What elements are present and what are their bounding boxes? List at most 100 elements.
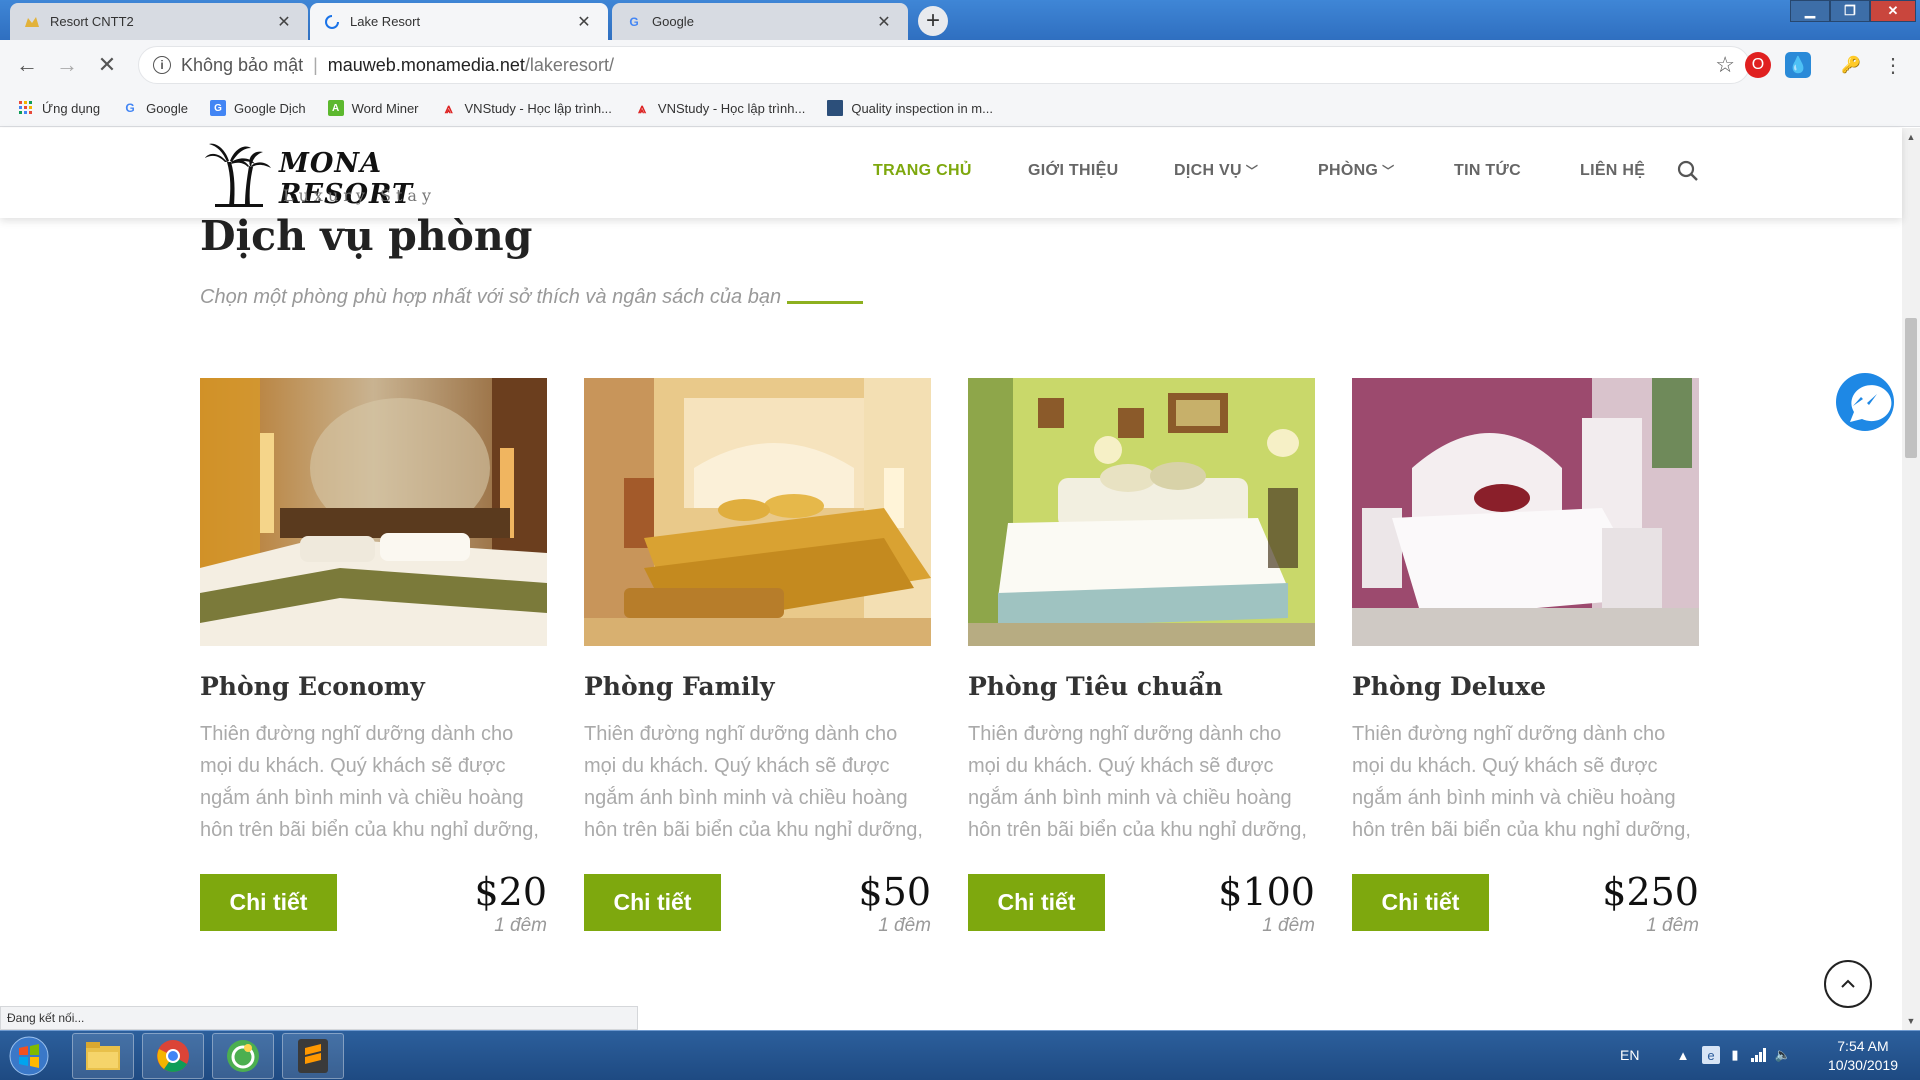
search-icon[interactable] [1677, 160, 1701, 184]
menu-label: PHÒNG [1318, 162, 1379, 179]
bookmark-apps[interactable]: Ứng dụng [18, 100, 100, 116]
coccoc-icon[interactable] [212, 1033, 274, 1079]
show-hidden-icons-icon[interactable]: ▲ [1674, 1046, 1692, 1064]
close-tab-icon[interactable]: ✕ [574, 12, 594, 32]
word-miner-icon: A [327, 100, 344, 116]
menu-item-about[interactable]: GIỚI THIỆU [1028, 162, 1118, 180]
close-tab-icon[interactable]: ✕ [274, 12, 294, 32]
bookmark-label: Google [146, 100, 189, 116]
price-per-night: 1 đêm [1262, 915, 1315, 936]
taskbar-clock[interactable]: 7:54 AM 10/30/2019 [1828, 1037, 1898, 1075]
bookmark-label: VNStudy - Học lập trình... [657, 100, 806, 116]
bookmark-google-translate[interactable]: G Google Dịch [210, 100, 306, 116]
file-explorer-icon[interactable] [72, 1033, 134, 1079]
bookmarks-bar: Ứng dụng G Google G Google Dịch A Word M… [0, 90, 1920, 127]
room-name[interactable]: Phòng Tiêu chuẩn [968, 672, 1223, 701]
back-arrow-icon[interactable]: ← [12, 50, 42, 80]
room-photo-family[interactable] [584, 378, 931, 646]
volume-icon[interactable]: 🔈 [1774, 1046, 1792, 1064]
section-subtitle: Chọn một phòng phù hợp nhất với sở thích… [200, 286, 782, 308]
bookmark-star-icon[interactable]: ☆ [1715, 52, 1735, 78]
chevron-up-icon [1841, 979, 1855, 988]
detail-button[interactable]: Chi tiết [584, 874, 721, 931]
bookmark-google[interactable]: G Google [122, 100, 188, 116]
clock-date: 10/30/2019 [1827, 1057, 1898, 1073]
bookmark-vnstudy-1[interactable]: ⩓ VNStudy - Học lập trình... [441, 100, 612, 116]
menu-item-services[interactable]: DỊCH VỤ ﹀ [1174, 162, 1258, 180]
language-indicator[interactable]: EN [1620, 1047, 1639, 1063]
opera-vpn-extension-icon[interactable]: O [1745, 52, 1771, 78]
page-scrollbar[interactable]: ▲ ▼ [1902, 128, 1920, 1030]
url-path[interactable]: /lakeresort/ [525, 55, 614, 76]
room-photo-deluxe[interactable] [1352, 378, 1699, 646]
site-logo[interactable]: MONA RESORT Luxury Stay [205, 138, 475, 210]
bookmark-vnstudy-2[interactable]: ⩓ VNStudy - Học lập trình... [634, 100, 805, 116]
detail-button[interactable]: Chi tiết [1352, 874, 1489, 931]
bookmark-quality-inspection[interactable]: Quality inspection in m... [827, 100, 993, 116]
action-center-icon[interactable]: e [1702, 1046, 1720, 1064]
security-label[interactable]: Không bảo mật [181, 55, 303, 76]
browser-status-text: Đang kết nối... [0, 1006, 638, 1030]
room-description: Thiên đường nghĩ dưỡng dành cho mọi du k… [1352, 723, 1691, 841]
vnstudy-icon: ⩓ [637, 99, 646, 116]
back-to-top-button[interactable] [1824, 960, 1872, 1008]
stop-loading-icon[interactable]: ✕ [92, 50, 122, 80]
room-description: Thiên đường nghĩ dưỡng dành cho mọi du k… [200, 723, 539, 841]
messenger-chat-icon[interactable] [1834, 372, 1896, 434]
scroll-down-arrow-icon[interactable]: ▼ [1902, 1012, 1920, 1030]
room-card-deluxe: Phòng Deluxe Thiên đường nghĩ dưỡng dành… [1352, 378, 1699, 938]
key-extension-icon[interactable]: 🔑 [1838, 52, 1864, 78]
detail-button[interactable]: Chi tiết [200, 874, 337, 931]
battery-icon[interactable]: ▮ [1726, 1046, 1744, 1064]
sublime-text-icon[interactable] [282, 1033, 344, 1079]
room-photo-standard[interactable] [968, 378, 1315, 646]
chrome-icon[interactable] [142, 1033, 204, 1079]
tab-google[interactable]: G Google ✕ [612, 3, 908, 40]
scroll-up-arrow-icon[interactable]: ▲ [1902, 128, 1920, 146]
info-icon[interactable]: i [153, 56, 171, 74]
scrollbar-thumb[interactable] [1905, 318, 1917, 458]
clock-time: 7:54 AM [1837, 1038, 1889, 1054]
water-drop-extension-icon[interactable]: 💧 [1785, 52, 1811, 78]
room-price: $50 [858, 870, 931, 914]
status-text: Đang kết nối... [7, 1011, 85, 1025]
room-card-economy: Phòng Economy Thiên đường nghĩ dưỡng dàn… [200, 378, 547, 938]
chrome-menu-icon[interactable]: ⋮ [1880, 52, 1906, 78]
room-photo-economy[interactable] [200, 378, 547, 646]
menu-label: DỊCH VỤ [1174, 162, 1242, 179]
address-bar[interactable]: i Không bảo mật | mauweb.monamedia.net/l… [138, 46, 1750, 84]
maximize-window-button[interactable]: ❐ [1830, 0, 1870, 22]
price-per-night: 1 đêm [878, 915, 931, 936]
detail-button[interactable]: Chi tiết [968, 874, 1105, 931]
close-tab-icon[interactable]: ✕ [874, 12, 894, 32]
menu-label: GIỚI THIỆU [1028, 162, 1119, 179]
room-name[interactable]: Phòng Deluxe [1352, 672, 1546, 701]
bookmark-label: Word Miner [351, 100, 419, 116]
document-icon [827, 100, 844, 116]
tab-lake-resort[interactable]: Lake Resort ✕ [310, 3, 608, 40]
url-host[interactable]: mauweb.monamedia.net [328, 55, 525, 76]
chevron-down-icon: ﹀ [1245, 164, 1259, 178]
network-signal-icon[interactable] [1750, 1046, 1768, 1064]
minimize-window-button[interactable]: ▁ [1790, 0, 1830, 22]
room-description: Thiên đường nghĩ dưỡng dành cho mọi du k… [584, 723, 923, 841]
room-name[interactable]: Phòng Family [584, 672, 775, 701]
resort-favicon-icon [24, 14, 40, 30]
forward-arrow-icon[interactable]: → [52, 50, 82, 80]
tab-resort-cntt2[interactable]: Resort CNTT2 ✕ [10, 3, 308, 40]
windows-start-button[interactable] [4, 1033, 54, 1079]
new-tab-button[interactable]: + [918, 6, 948, 36]
menu-label: TIN TỨC [1454, 162, 1521, 179]
close-window-button[interactable]: ✕ [1870, 0, 1916, 22]
browser-tab-bar: Resort CNTT2 ✕ Lake Resort ✕ G Google ✕ … [0, 0, 1920, 40]
bookmark-word-miner[interactable]: A Word Miner [327, 100, 419, 116]
tab-title: Google [652, 14, 694, 29]
tab-title: Resort CNTT2 [50, 14, 134, 29]
bookmark-label: Google Dịch [234, 100, 306, 116]
menu-item-home[interactable]: TRANG CHỦ [873, 162, 972, 180]
menu-item-rooms[interactable]: PHÒNG ﹀ [1318, 162, 1394, 180]
menu-item-news[interactable]: TIN TỨC [1454, 162, 1521, 180]
menu-item-contact[interactable]: LIÊN HỆ [1580, 162, 1645, 180]
bookmark-label: Ứng dụng [42, 100, 101, 116]
room-name[interactable]: Phòng Economy [200, 672, 425, 701]
